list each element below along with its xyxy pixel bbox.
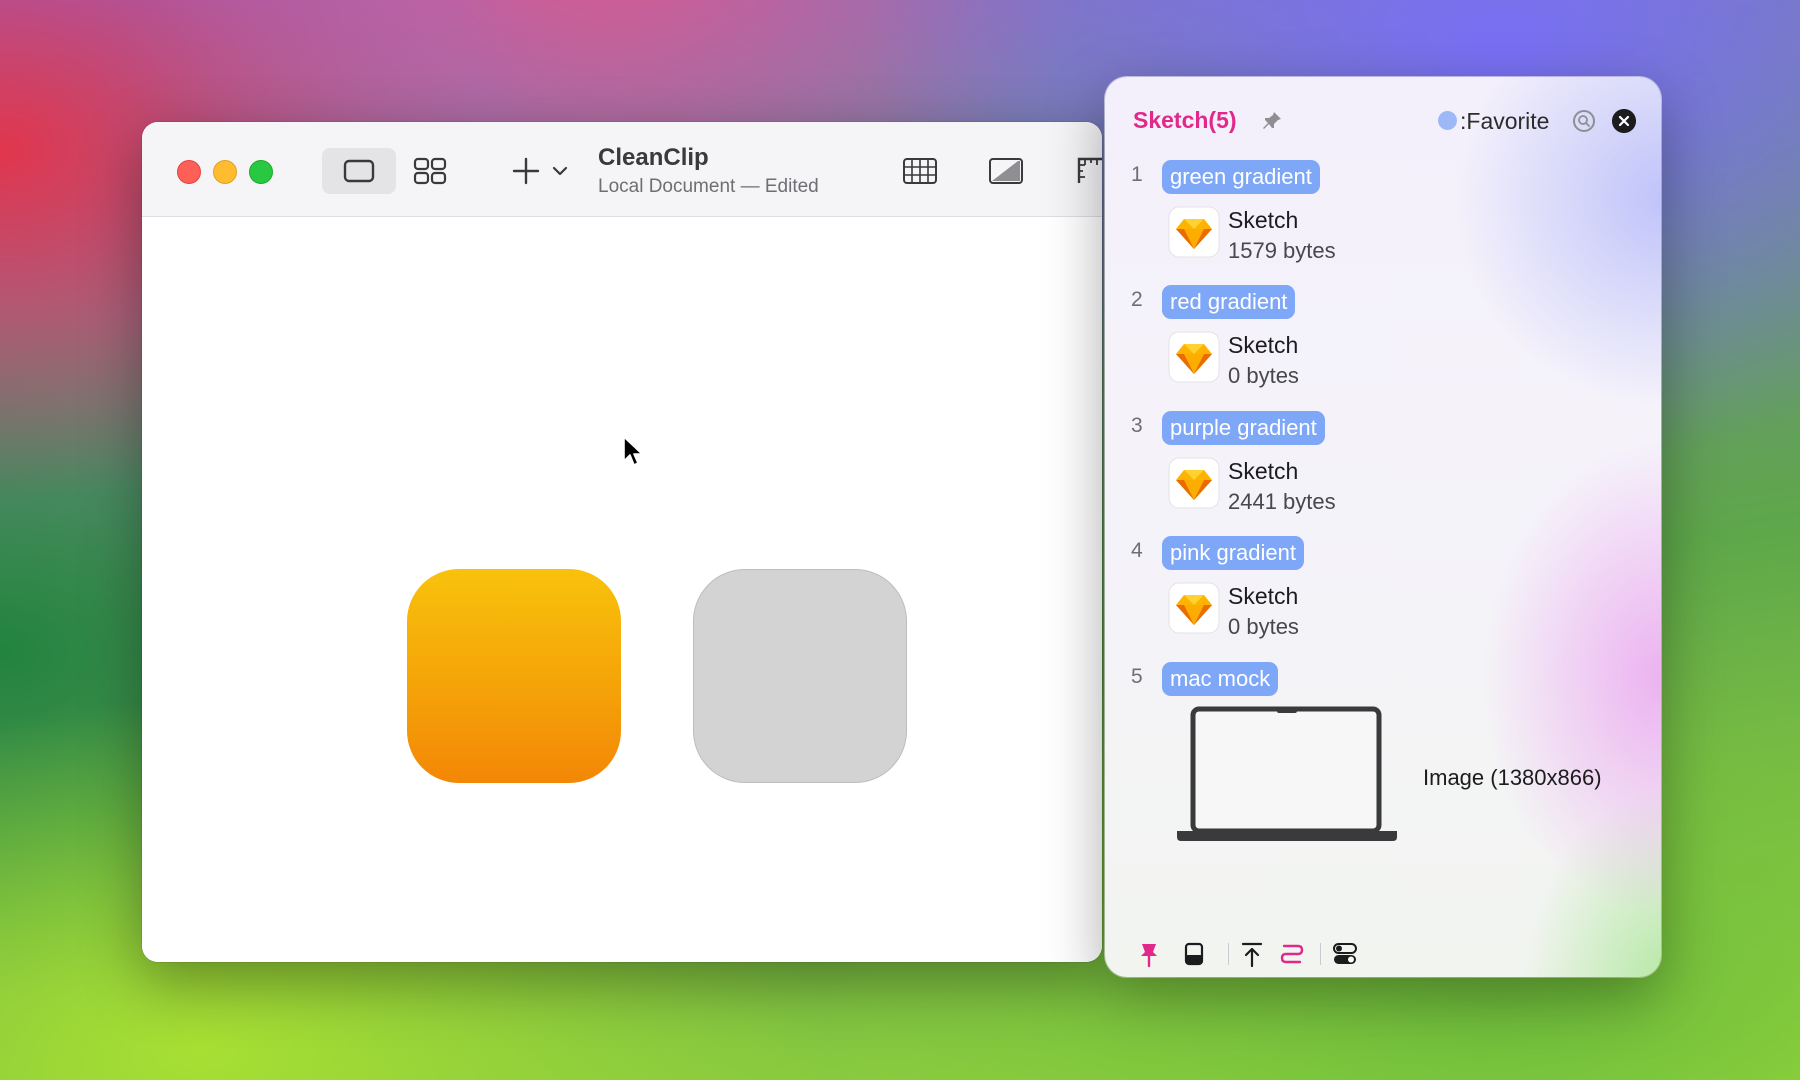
favorite-dot[interactable] [1438, 111, 1457, 130]
laptop-icon [1177, 706, 1397, 841]
favorite-label[interactable]: :Favorite [1460, 108, 1549, 135]
ruler-icon [1077, 157, 1102, 183]
panel-title: Sketch(5) [1133, 107, 1237, 133]
item-type: Sketch [1228, 458, 1299, 484]
item-index: 5 [1131, 665, 1143, 688]
item-tag[interactable]: red gradient [1162, 285, 1296, 319]
footer-separator [1228, 943, 1229, 965]
pin-icon[interactable] [1261, 110, 1283, 132]
window-panel-icon[interactable] [1180, 940, 1208, 968]
close-icon[interactable] [1612, 109, 1636, 133]
item-type: Image (1380x866) [1423, 765, 1602, 790]
table-button[interactable] [894, 148, 946, 194]
sketch-diamond-icon [1168, 331, 1220, 383]
item-size: 1579 bytes [1228, 238, 1336, 263]
app-window: CleanClip Local Document — Edited [142, 122, 1102, 962]
mouse-cursor-icon [623, 436, 643, 466]
sketch-diamond-icon [1168, 582, 1220, 634]
window-minimize-button[interactable] [213, 160, 237, 184]
media-button[interactable] [980, 148, 1032, 194]
item-type: Sketch [1228, 207, 1299, 233]
document-canvas[interactable] [142, 217, 1102, 962]
pin-icon[interactable] [1135, 940, 1163, 968]
table-icon [903, 158, 937, 184]
window-maximize-button[interactable] [249, 160, 273, 184]
item-tag[interactable]: mac mock [1162, 662, 1279, 696]
grid-icon [413, 157, 447, 185]
settings-toggle-icon[interactable] [1331, 940, 1359, 968]
item-size: 0 bytes [1228, 363, 1299, 388]
window-title-block: CleanClip Local Document — Edited [598, 144, 819, 198]
gray-rounded-square[interactable] [693, 569, 907, 783]
ruler-button[interactable] [1070, 148, 1102, 194]
orange-rounded-square[interactable] [407, 569, 621, 783]
paste-stack-icon[interactable] [1278, 940, 1306, 968]
clipboard-panel: Sketch(5) :Favorite 1 green gradient Ske… [1105, 77, 1661, 977]
window-close-button[interactable] [177, 160, 201, 184]
item-size: 0 bytes [1228, 614, 1299, 639]
window-title: CleanClip [598, 144, 709, 171]
window-subtitle: Local Document — Edited [598, 176, 819, 197]
sketch-diamond-icon [1168, 206, 1220, 258]
single-view-button[interactable] [322, 148, 396, 194]
grid-view-button[interactable] [404, 148, 456, 194]
footer-separator [1320, 943, 1321, 965]
item-index: 1 [1131, 163, 1143, 186]
item-tag[interactable]: green gradient [1162, 160, 1320, 194]
image-icon [989, 158, 1023, 184]
sketch-diamond-icon [1168, 457, 1220, 509]
plus-icon [512, 157, 540, 185]
item-size: 2441 bytes [1228, 489, 1336, 514]
item-index: 3 [1131, 414, 1143, 437]
search-icon[interactable] [1572, 109, 1596, 133]
item-type: Sketch [1228, 583, 1299, 609]
item-index: 4 [1131, 539, 1143, 562]
add-menu-button[interactable] [502, 148, 578, 194]
chevron-down-icon [552, 166, 568, 176]
single-page-icon [343, 159, 375, 183]
move-to-top-icon[interactable] [1238, 940, 1266, 968]
item-tag[interactable]: pink gradient [1162, 536, 1304, 570]
item-index: 2 [1131, 288, 1143, 311]
item-type: Sketch [1228, 332, 1299, 358]
window-titlebar: CleanClip Local Document — Edited [142, 122, 1102, 217]
item-tag[interactable]: purple gradient [1162, 411, 1325, 445]
